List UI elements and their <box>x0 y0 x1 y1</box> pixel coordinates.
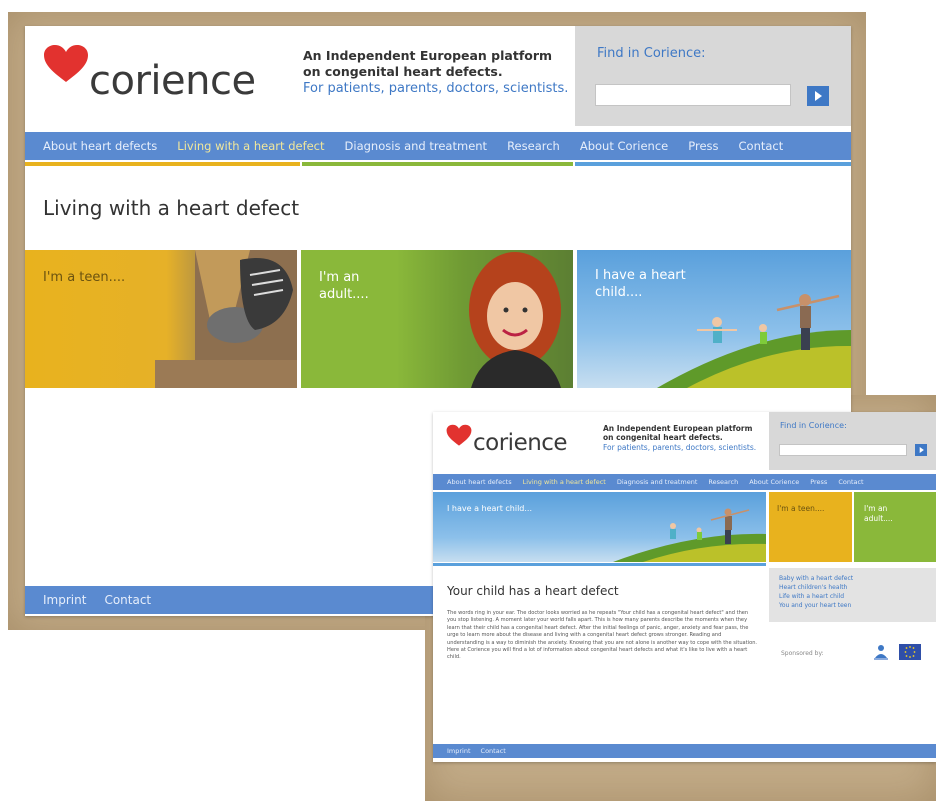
nav-small-about-corience[interactable]: About Corience <box>749 478 799 486</box>
search-label: Find in Corience: <box>597 46 706 61</box>
tile-adult-small-label: I'm an adult.... <box>864 504 893 523</box>
nav-small-research[interactable]: Research <box>708 478 738 486</box>
color-strip-blue <box>575 162 851 166</box>
nav-small-press[interactable]: Press <box>810 478 827 486</box>
search-input-small[interactable] <box>779 444 907 456</box>
footer-small-link-contact[interactable]: Contact <box>481 747 506 755</box>
tagline-line-1: An Independent European platform <box>303 48 553 63</box>
footer-link-contact[interactable]: Contact <box>104 593 151 607</box>
tile-adult[interactable]: I'm an adult.... <box>301 250 573 388</box>
sidebar-link-health[interactable]: Heart children's health <box>779 583 926 592</box>
search-panel: Find in Corience: <box>575 26 851 126</box>
tile-heart-child-label: I have a heart child.... <box>595 268 686 300</box>
heart-logo-icon <box>44 45 88 82</box>
arrow-right-icon-small <box>919 447 924 453</box>
color-strip-yellow <box>25 162 300 166</box>
sidebar-links-box: Baby with a heart defect Heart children'… <box>769 568 936 622</box>
logo-text-small[interactable]: corience <box>473 430 568 456</box>
nav-small-contact[interactable]: Contact <box>838 478 863 486</box>
tagline: An Independent European platform on cong… <box>303 48 568 98</box>
tagline-line-2: on congenital heart defects. <box>303 63 503 79</box>
sneaker-photo <box>155 250 297 388</box>
nav-item-research[interactable]: Research <box>507 139 560 153</box>
color-strip-blue-small <box>433 563 766 566</box>
tile-adult-small[interactable]: I'm an adult.... <box>854 492 936 562</box>
nav-item-diagnosis-treatment[interactable]: Diagnosis and treatment <box>345 139 488 153</box>
heart-logo-icon-small <box>446 424 472 446</box>
content-title: Your child has a heart defect <box>447 584 619 598</box>
page-title: Living with a heart defect <box>43 196 300 220</box>
nav-item-press[interactable]: Press <box>688 139 718 153</box>
nav-item-about-corience[interactable]: About Corience <box>580 139 668 153</box>
footer-small-link-imprint[interactable]: Imprint <box>447 747 471 755</box>
search-panel-small: Find in Corience: <box>769 412 936 470</box>
content-body: The words ring in your ear. The doctor l… <box>447 610 758 661</box>
nav-small-diagnosis-treatment[interactable]: Diagnosis and treatment <box>617 478 698 486</box>
nav-small-about-heart-defects[interactable]: About heart defects <box>447 478 512 486</box>
search-button[interactable] <box>807 86 829 106</box>
tile-teen-label: I'm a teen.... <box>43 270 126 285</box>
banner-heart-child-label: I have a heart child... <box>447 504 533 513</box>
page-your-child-heart-defect: corience An Independent European platfor… <box>433 412 936 762</box>
nav-item-living-with-heart-defect[interactable]: Living with a heart defect <box>177 139 324 153</box>
sidebar-link-baby[interactable]: Baby with a heart defect <box>779 574 926 583</box>
nav-small-living-with-heart-defect[interactable]: Living with a heart defect <box>523 478 606 486</box>
tile-adult-label: I'm an adult.... <box>319 270 369 302</box>
footer-link-imprint[interactable]: Imprint <box>43 593 86 607</box>
family-meadow-photo-small <box>613 508 766 562</box>
color-strip-green <box>302 162 573 166</box>
tagline-small-line-1: An Independent European platform <box>603 424 753 433</box>
search-button-small[interactable] <box>915 444 927 456</box>
search-input[interactable] <box>595 84 791 106</box>
tile-teen-small[interactable]: I'm a teen.... <box>769 492 852 562</box>
tagline-line-3: For patients, parents, doctors, scientis… <box>303 81 569 97</box>
tile-teen[interactable]: I'm a teen.... <box>25 250 297 388</box>
footer-bar-small: Imprint Contact <box>433 744 936 758</box>
search-label-small: Find in Corience: <box>780 421 847 430</box>
main-nav: About heart defects Living with a heart … <box>25 132 851 160</box>
arrow-right-icon <box>815 91 822 101</box>
main-nav-small: About heart defects Living with a heart … <box>433 474 936 490</box>
sponsor-logo-icon <box>874 645 888 660</box>
sidebar-link-teen[interactable]: You and your heart teen <box>779 601 926 610</box>
tagline-small-line-3: For patients, parents, doctors, scientis… <box>603 442 757 452</box>
sidebar-link-life[interactable]: Life with a heart child <box>779 592 926 601</box>
tagline-small-line-2: on congenital heart defects. <box>603 433 723 443</box>
nav-item-about-heart-defects[interactable]: About heart defects <box>43 139 157 153</box>
woman-portrait-photo <box>469 252 561 388</box>
sponsored-label: Sponsored by: <box>781 650 824 657</box>
tile-teen-small-label: I'm a teen.... <box>777 504 825 513</box>
tagline-small: An Independent European platform on cong… <box>603 424 756 452</box>
eu-flag-icon <box>899 644 921 660</box>
logo-text[interactable]: corience <box>89 58 256 104</box>
tile-heart-child[interactable]: I have a heart child.... <box>577 250 851 388</box>
banner-heart-child[interactable]: I have a heart child... <box>433 492 766 562</box>
nav-item-contact[interactable]: Contact <box>739 139 784 153</box>
